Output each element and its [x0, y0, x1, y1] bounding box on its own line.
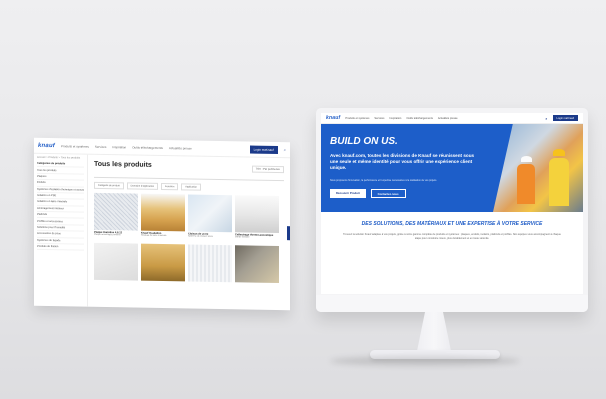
product-card[interactable]	[141, 243, 185, 282]
product-card[interactable]: Knauf Insulation Rouleau de laine minéra…	[141, 193, 185, 237]
product-card[interactable]	[188, 244, 232, 283]
nav-products[interactable]: Produits et systèmes	[345, 117, 369, 120]
filter-bar: Catégorie de produit Domaine d'applicati…	[94, 181, 284, 192]
product-desc: Rouleau de laine minérale	[141, 234, 167, 238]
hero-photo	[493, 124, 583, 212]
catalog-screen: knauf Produits et systèmes Services Insp…	[34, 137, 290, 311]
filter-function[interactable]: Fonction	[161, 182, 179, 191]
product-image[interactable]	[188, 244, 232, 283]
product-image[interactable]	[188, 194, 232, 233]
side-tab[interactable]	[287, 226, 290, 241]
worker-figure	[549, 158, 569, 206]
knauf-logo[interactable]: knauf	[38, 142, 55, 148]
discover-button[interactable]: Découvrir Produit	[330, 189, 366, 198]
login-button[interactable]: Login maKnauf	[552, 115, 578, 121]
breadcrumb: Accueil > Produits > Tous les produits	[37, 155, 81, 160]
nav-products[interactable]: Produits et systèmes	[61, 144, 89, 148]
shadow	[330, 356, 520, 366]
nav-tools[interactable]: Outils téléchargements	[406, 117, 433, 120]
hero-text: Avec knauf.com, toutes les divisions de …	[330, 153, 475, 170]
nav-news[interactable]: Actualités presse	[169, 146, 192, 150]
filter-category[interactable]: Catégorie de produit	[94, 181, 124, 190]
product-desc: Plaque acoustique perforée	[94, 233, 121, 237]
hero-subtext: Nous proposons l'innovation, la performa…	[330, 179, 437, 182]
section-title: DES SOLUTIONS, DES MATÉRIAUX ET UNE EXPE…	[361, 221, 543, 227]
hero-title: BUILD ON US.	[330, 136, 398, 147]
product-image[interactable]	[235, 195, 279, 234]
helmet-shape	[553, 149, 565, 156]
search-input[interactable]	[94, 171, 284, 182]
product-desc: Système de cloison vitrée	[188, 235, 213, 238]
nav-news[interactable]: Actualités presse	[438, 117, 458, 120]
login-button[interactable]: Login maKnauf	[249, 145, 278, 154]
product-image[interactable]	[94, 192, 138, 231]
product-card[interactable]	[94, 242, 138, 281]
product-card[interactable]: Cloison de verre Système de cloison vitr…	[188, 194, 232, 238]
product-image[interactable]	[141, 243, 185, 282]
nav-services[interactable]: Services	[374, 117, 384, 120]
nav-inspiration[interactable]: Inspiration	[112, 145, 126, 149]
product-image[interactable]	[94, 242, 138, 281]
hero-buttons: Découvrir Produit Contactez-nous	[330, 189, 406, 198]
section-text: Trouvez la solution Knauf adaptée à vos …	[343, 233, 561, 240]
filter-application[interactable]: Application	[181, 183, 201, 191]
knauf-logo[interactable]: knauf	[326, 115, 340, 121]
nav-inspiration[interactable]: Inspiration	[389, 117, 401, 120]
nav-tools[interactable]: Outils téléchargements	[132, 145, 163, 150]
product-card[interactable]	[235, 245, 279, 284]
product-card[interactable]: Plaque Danoline 4.8.12 Plaque acoustique…	[94, 192, 138, 236]
product-image[interactable]	[141, 193, 185, 232]
product-image[interactable]	[235, 245, 279, 284]
monitor-chin	[316, 295, 588, 312]
contact-button[interactable]: Contactez-nous	[370, 189, 406, 198]
catalog-main: Tous les produits Trier : Par pertinence…	[88, 155, 290, 311]
product-grid: Plaque Danoline 4.8.12 Plaque acoustique…	[94, 192, 284, 284]
hero-banner: BUILD ON US. Avec knauf.com, toutes les …	[321, 124, 583, 212]
search-icon[interactable]: ⌕	[545, 116, 547, 121]
sort-dropdown[interactable]: Trier : Par pertinence	[251, 165, 284, 174]
nav-services[interactable]: Services	[95, 144, 107, 148]
helmet-shape	[521, 156, 532, 162]
product-card[interactable]: Calfeutrage thermo-acoustique Bande isol…	[235, 195, 279, 239]
filter-domain[interactable]: Domaine d'application	[126, 182, 159, 190]
homepage-header: knauf Produits et systèmes Services Insp…	[321, 113, 583, 124]
search-icon[interactable]: ⌕	[284, 147, 286, 152]
category-sidebar: Accueil > Produits > Tous les produits C…	[34, 153, 88, 308]
worker-figure	[517, 164, 535, 204]
monitor: knauf Produits et systèmes Services Insp…	[316, 108, 588, 312]
homepage-screen: knauf Produits et systèmes Services Insp…	[321, 113, 583, 294]
sidebar-item[interactable]: Produits de finition	[37, 243, 84, 251]
